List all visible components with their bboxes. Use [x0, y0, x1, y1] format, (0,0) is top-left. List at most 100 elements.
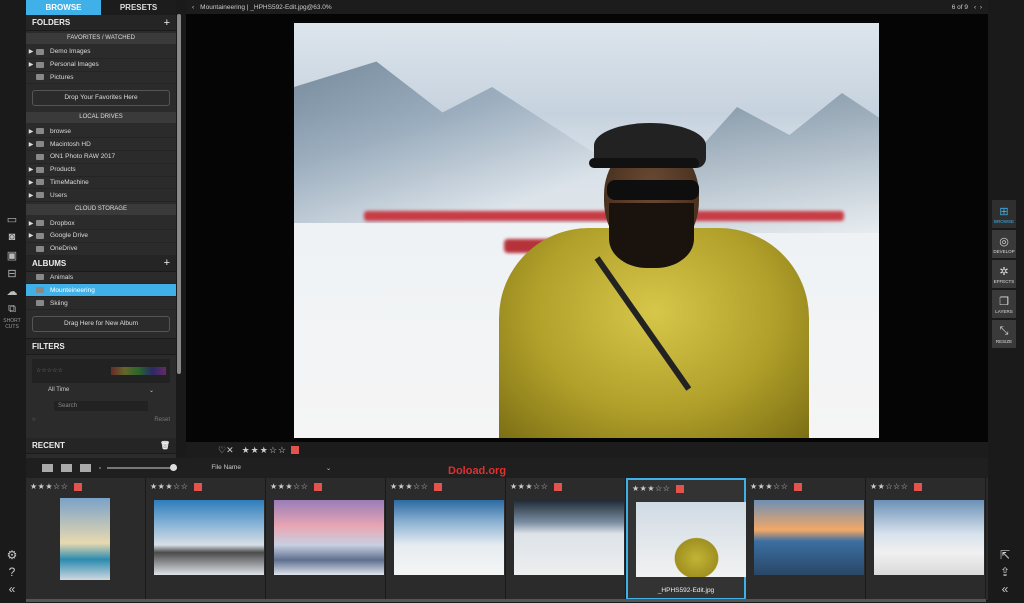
- camera-icon[interactable]: ◙: [0, 228, 24, 246]
- album-item[interactable]: Animals: [26, 272, 176, 285]
- album-dropzone[interactable]: Drag Here for New Album: [32, 315, 170, 332]
- prev-image-icon[interactable]: ‹: [974, 4, 976, 11]
- color-label-swatch[interactable]: [314, 483, 322, 491]
- drive-item[interactable]: ▶ Users: [26, 189, 176, 203]
- thumbnail-stars[interactable]: ★★★☆☆: [150, 482, 188, 491]
- resize-module-button[interactable]: ⤡ RESIZE: [992, 320, 1016, 348]
- drive-item[interactable]: ▶ Macintosh HD: [26, 138, 176, 151]
- monitor-icon[interactable]: ▭: [0, 210, 24, 228]
- export-icon[interactable]: ⇪: [996, 565, 1014, 582]
- drive-item[interactable]: ▶ browse: [26, 125, 176, 139]
- shortcuts-icon[interactable]: ⧉: [0, 300, 24, 318]
- cloud-icon[interactable]: ☁: [0, 282, 24, 300]
- next-image-icon[interactable]: ›: [980, 4, 982, 11]
- color-label-swatch[interactable]: [74, 483, 82, 491]
- filmstrip-thumbnail[interactable]: ★★★☆☆: [266, 478, 386, 600]
- thumbnail-image[interactable]: [636, 502, 746, 577]
- effects-module-button[interactable]: ✲ EFFECTS: [992, 260, 1016, 288]
- color-label-swatch[interactable]: [794, 483, 802, 491]
- collapse-left-icon[interactable]: «: [2, 582, 22, 599]
- sort-select[interactable]: File Name ⌄: [211, 464, 331, 472]
- color-label-swatch[interactable]: [290, 446, 299, 454]
- expand-arrow-icon[interactable]: ▶: [26, 220, 36, 227]
- develop-module-button[interactable]: ◎ DEVELOP: [992, 230, 1016, 258]
- gear-icon[interactable]: ⚙: [2, 548, 22, 565]
- expand-arrow-icon[interactable]: ▶: [26, 192, 36, 199]
- detail-view-icon[interactable]: [61, 464, 72, 472]
- filter-controls[interactable]: ☆☆☆☆☆: [32, 358, 170, 383]
- filmstrip-thumbnail[interactable]: ★★★☆☆: [386, 478, 506, 600]
- thumbnail-image[interactable]: [60, 498, 110, 580]
- filter-search-input[interactable]: Search: [54, 400, 148, 411]
- collapse-right-icon[interactable]: «: [996, 582, 1014, 599]
- time-filter-select[interactable]: All Time ⌄: [32, 387, 170, 399]
- color-label-swatch[interactable]: [194, 483, 202, 491]
- help-icon[interactable]: ?: [2, 565, 22, 582]
- favorite-item[interactable]: Pictures: [26, 72, 176, 85]
- album-item[interactable]: Skiing: [26, 297, 176, 310]
- folder-icon[interactable]: ▣: [0, 246, 24, 264]
- expand-arrow-icon[interactable]: ▶: [26, 232, 36, 239]
- filmstrip-view-icon[interactable]: [80, 464, 91, 472]
- filmstrip-thumbnail[interactable]: ★★☆☆☆: [866, 478, 986, 600]
- thumbnail-stars[interactable]: ★★★☆☆: [390, 482, 428, 491]
- save-filter-toggle[interactable]: ○: [32, 417, 36, 423]
- main-photo[interactable]: [294, 23, 879, 438]
- reset-button[interactable]: Reset: [154, 417, 170, 423]
- expand-arrow-icon[interactable]: ▶: [26, 61, 36, 68]
- color-label-swatch[interactable]: [554, 483, 562, 491]
- filmstrip-scrollbar[interactable]: [26, 599, 986, 602]
- filmstrip-thumbnail-selected[interactable]: ★★★☆☆ _HPHS592-Edit.jpg: [626, 478, 746, 600]
- favorite-item[interactable]: ▶ Demo Images: [26, 46, 176, 59]
- thumbnail-image[interactable]: [394, 500, 504, 575]
- color-label-swatch[interactable]: [914, 483, 922, 491]
- drive-item[interactable]: ▶ Products: [26, 164, 176, 177]
- favorites-dropzone[interactable]: Drop Your Favorites Here: [32, 90, 170, 107]
- add-folder-icon[interactable]: +: [164, 17, 170, 29]
- expand-arrow-icon[interactable]: ▶: [26, 48, 36, 55]
- thumbnail-image[interactable]: [874, 500, 984, 575]
- thumbnail-image[interactable]: [514, 500, 624, 575]
- thumbnail-stars[interactable]: ★★☆☆☆: [870, 482, 908, 491]
- add-album-icon[interactable]: +: [164, 257, 170, 269]
- favorite-item[interactable]: ▶ Personal Images: [26, 59, 176, 72]
- grid-view-icon[interactable]: [42, 464, 53, 472]
- filmstrip-thumbnail[interactable]: ★★★☆☆: [26, 478, 146, 600]
- filmstrip-thumbnail[interactable]: ★★★☆☆: [746, 478, 866, 600]
- filter-stars[interactable]: ☆☆☆☆☆: [36, 367, 63, 374]
- thumbnail-stars[interactable]: ★★★☆☆: [270, 482, 308, 491]
- filters-header[interactable]: FILTERS: [26, 338, 176, 355]
- tab-browse[interactable]: BROWSE: [26, 0, 101, 15]
- drive-item[interactable]: ON1 Photo RAW 2017: [26, 151, 176, 164]
- color-label-swatch[interactable]: [676, 485, 684, 493]
- expand-arrow-icon[interactable]: ▶: [26, 128, 36, 135]
- trash-icon[interactable]: 🗑: [160, 441, 170, 450]
- filmstrip-thumbnail[interactable]: ★★★☆☆: [146, 478, 266, 600]
- thumbnail-stars[interactable]: ★★★☆☆: [632, 484, 670, 493]
- like-reject-buttons[interactable]: ♡✕: [218, 445, 234, 456]
- thumbnail-image[interactable]: [274, 500, 384, 575]
- cloud-item[interactable]: OneDrive: [26, 243, 176, 256]
- thumbnail-image[interactable]: [154, 500, 264, 575]
- tab-presets[interactable]: PRESETS: [101, 0, 176, 15]
- thumbnail-stars[interactable]: ★★★☆☆: [750, 482, 788, 491]
- expand-arrow-icon[interactable]: ▶: [26, 179, 36, 186]
- color-label-swatch[interactable]: [434, 483, 442, 491]
- thumbnail-stars[interactable]: ★★★☆☆: [30, 482, 68, 491]
- expand-arrow-icon[interactable]: ▶: [26, 166, 36, 173]
- star-rating[interactable]: ★★★☆☆: [242, 445, 287, 456]
- album-item-selected[interactable]: Mounteineering: [26, 284, 176, 298]
- back-icon[interactable]: ‹: [192, 4, 194, 11]
- drive-icon[interactable]: ⊟: [0, 264, 24, 282]
- thumbnail-size-slider[interactable]: [107, 464, 178, 471]
- filmstrip-thumbnail[interactable]: ★★★☆☆: [506, 478, 626, 600]
- image-viewer[interactable]: [186, 14, 988, 442]
- color-filter[interactable]: [111, 366, 166, 375]
- layers-module-button[interactable]: ❐ LAYERS: [992, 290, 1016, 318]
- cloud-item[interactable]: ▶ Dropbox: [26, 217, 176, 230]
- browse-module-button[interactable]: ⊞ BROWSE: [992, 200, 1016, 228]
- thumbnail-stars[interactable]: ★★★☆☆: [510, 482, 548, 491]
- cloud-item[interactable]: ▶ Google Drive: [26, 230, 176, 243]
- expand-arrow-icon[interactable]: ▶: [26, 141, 36, 148]
- drive-item[interactable]: ▶ TimeMachine: [26, 177, 176, 190]
